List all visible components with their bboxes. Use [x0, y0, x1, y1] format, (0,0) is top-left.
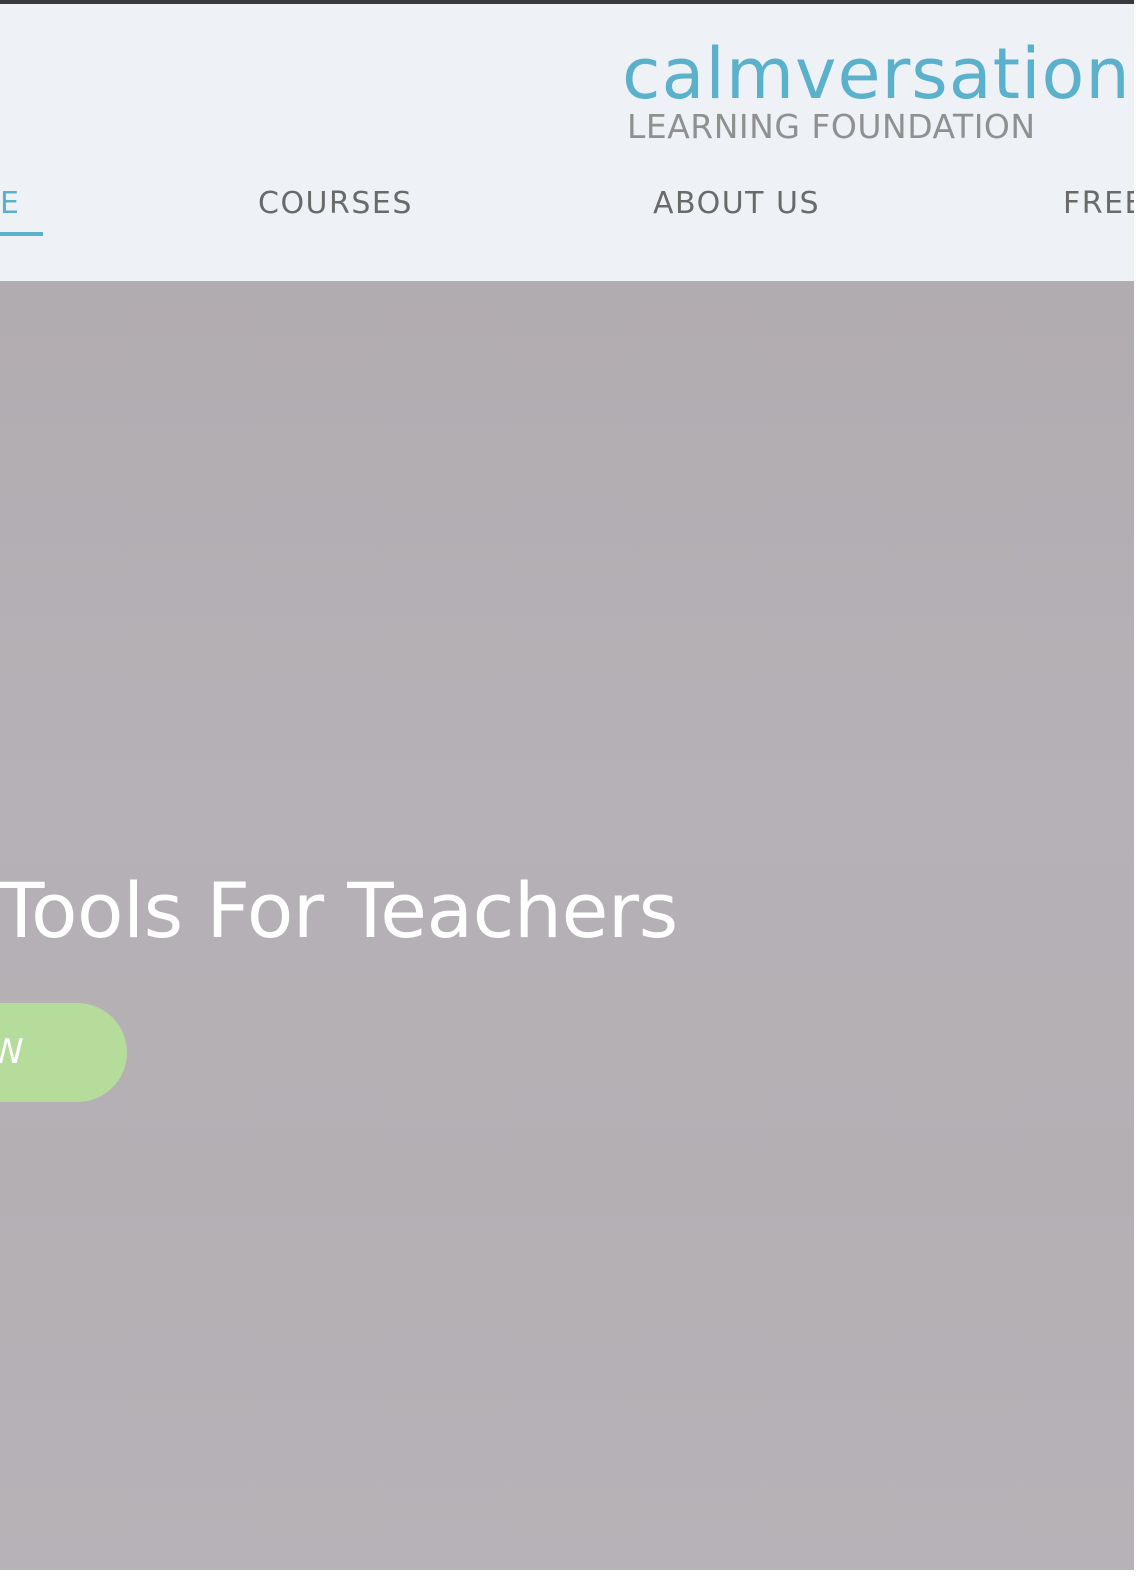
nav-item-home[interactable]: E: [0, 184, 43, 236]
logo-wordmark: calmversation: [622, 33, 1131, 115]
nav-item-about-us[interactable]: ABOUT US: [653, 184, 820, 224]
window-bottom-border: [0, 1570, 1144, 1582]
hero-cta-button[interactable]: W: [0, 1003, 127, 1102]
page-viewport: calmversation ™ LEARNING FOUNDATION E CO…: [0, 4, 1134, 1570]
hero-title: Tools For Teachers: [0, 866, 678, 955]
logo-trademark: ™: [1100, 60, 1113, 75]
nav-item-label: FREE: [1063, 186, 1134, 221]
site-logo[interactable]: calmversation ™ LEARNING FOUNDATION: [622, 36, 1130, 146]
nav-active-underline: [0, 232, 43, 236]
window-right-border: [1134, 0, 1144, 1582]
hero-cta-label: W: [0, 1032, 25, 1072]
nav-item-free[interactable]: FREE: [1063, 184, 1134, 224]
logo-subtitle: LEARNING FOUNDATION: [627, 107, 1036, 146]
nav-item-courses[interactable]: COURSES: [258, 184, 413, 224]
nav-item-label: ABOUT US: [653, 186, 821, 221]
site-header: calmversation ™ LEARNING FOUNDATION E CO…: [0, 4, 1134, 281]
hero-banner: Tools For Teachers W: [0, 281, 1134, 1570]
main-nav: E COURSES ABOUT US FREE: [0, 184, 1134, 244]
nav-item-label: E: [0, 186, 21, 221]
nav-item-label: COURSES: [258, 186, 413, 221]
